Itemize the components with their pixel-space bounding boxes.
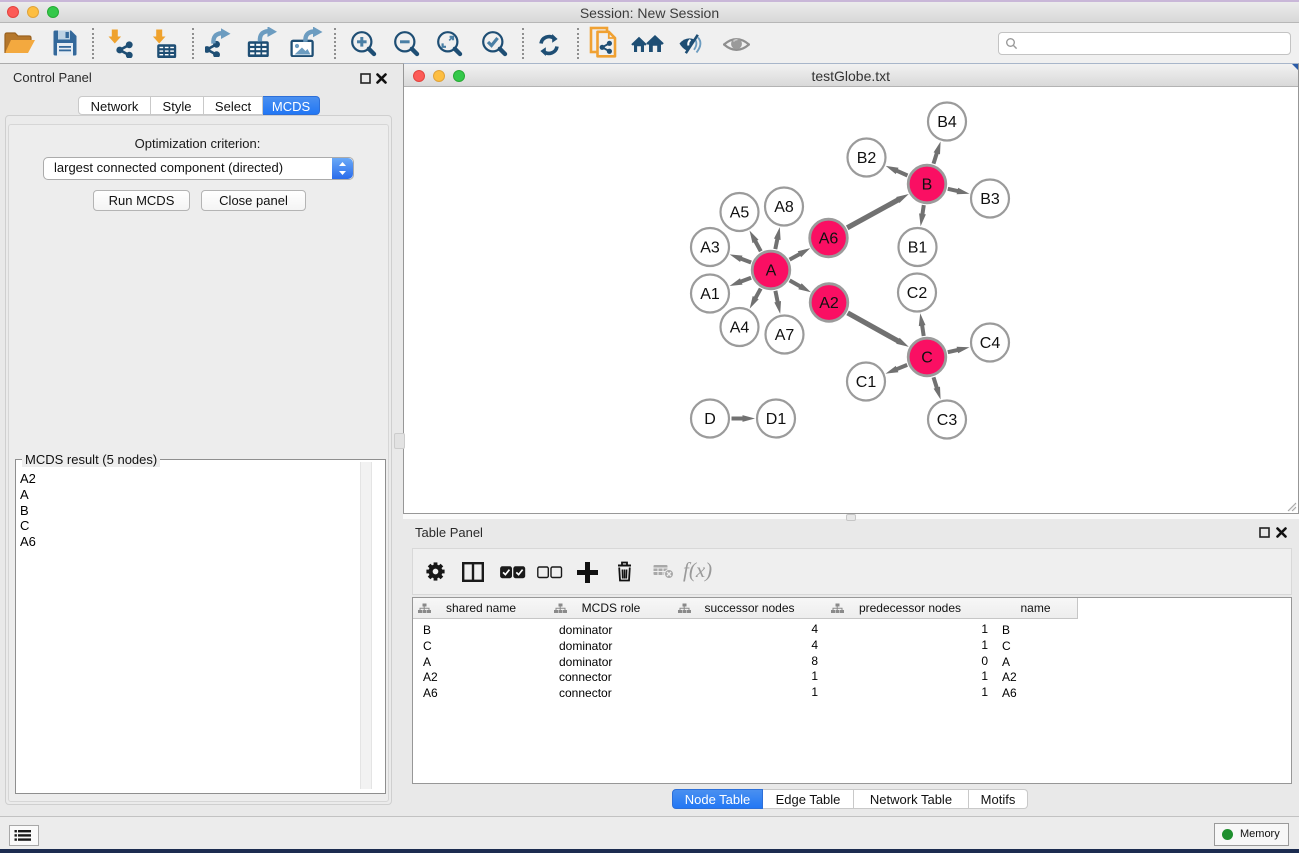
svg-text:A2: A2 [819,295,839,312]
svg-text:D1: D1 [766,411,787,428]
svg-text:A8: A8 [774,199,794,216]
svg-text:C4: C4 [980,335,1001,352]
svg-text:A: A [766,263,777,280]
svg-text:A6: A6 [819,231,839,248]
svg-text:A5: A5 [730,205,750,222]
svg-text:C2: C2 [907,285,928,302]
svg-text:A1: A1 [700,286,720,303]
svg-text:C1: C1 [856,374,877,391]
svg-text:B: B [922,177,933,194]
svg-text:B1: B1 [908,240,928,257]
svg-text:B3: B3 [980,191,1000,208]
svg-text:C3: C3 [937,412,958,429]
svg-text:B4: B4 [937,114,957,131]
svg-text:A7: A7 [775,327,795,344]
svg-text:D: D [704,411,716,428]
svg-text:A4: A4 [730,320,750,337]
svg-text:A3: A3 [700,240,720,257]
svg-text:C: C [921,350,933,367]
svg-text:B2: B2 [857,150,877,167]
